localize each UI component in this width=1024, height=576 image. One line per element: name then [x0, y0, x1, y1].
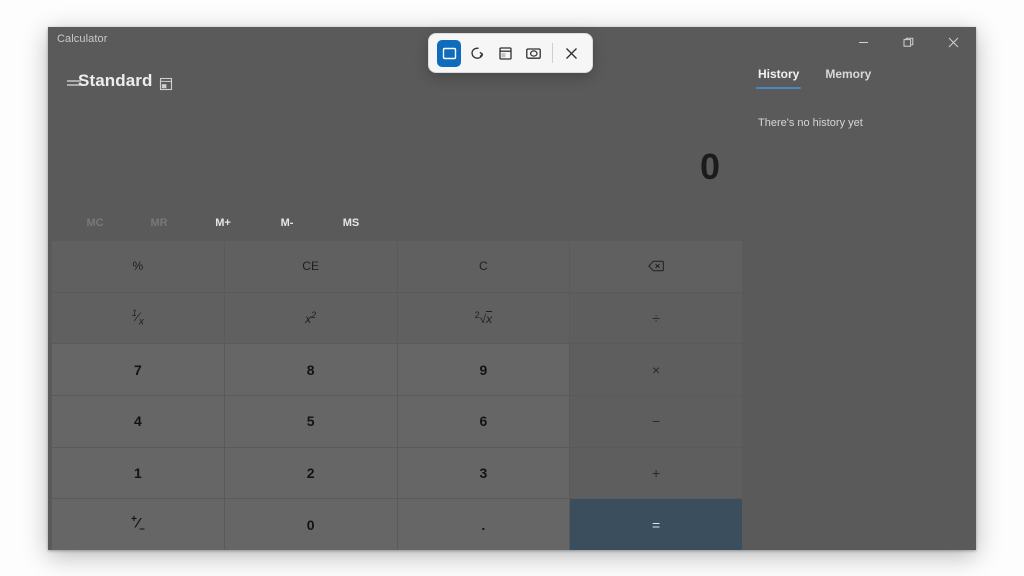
subtract-button[interactable]: − [570, 396, 742, 447]
restore-icon [903, 37, 914, 47]
close-snip-toolbar-button[interactable] [560, 40, 584, 67]
digit-4-button[interactable]: 4 [52, 396, 224, 447]
rectangle-snip-button[interactable] [437, 39, 462, 67]
digit-0-button-label: 0 [306, 516, 315, 533]
backspace-button[interactable] [570, 241, 742, 292]
sqrt-glyph: 2√x [474, 309, 493, 326]
digit-5-button-label: 5 [306, 413, 315, 430]
rectangle-snip-icon [442, 47, 456, 59]
negate-button[interactable]: +⁄– [52, 499, 224, 550]
tab-memory[interactable]: Memory [823, 65, 873, 89]
clear-entry-button[interactable]: CE [224, 241, 397, 292]
square-button[interactable]: x2 [224, 292, 397, 344]
add-button[interactable]: + [570, 447, 742, 499]
keep-on-top-button[interactable] [151, 70, 181, 98]
digit-7-button-label: 7 [133, 361, 142, 378]
tab-history[interactable]: History [756, 65, 802, 89]
window-snip-icon [498, 46, 512, 60]
snipping-toolbar [428, 33, 593, 73]
close-window-button[interactable] [931, 27, 976, 57]
backspace-icon [648, 261, 664, 272]
digit-1-button-label: 1 [133, 464, 142, 481]
multiply-button[interactable]: × [570, 344, 742, 395]
calculator-mode-title: Standard [78, 71, 153, 90]
close-icon [566, 47, 578, 59]
memory-mminus-button[interactable]: M- [258, 209, 316, 237]
digit-9-button[interactable]: 9 [397, 344, 570, 395]
history-empty-message: There's no history yet [758, 117, 863, 129]
multiply-button-label: × [652, 361, 661, 378]
freeform-snip-button[interactable] [465, 40, 489, 67]
digit-2-button-label: 2 [306, 464, 315, 481]
keep-on-top-icon [159, 77, 173, 91]
add-button-label: + [652, 464, 661, 481]
toolbar-divider [552, 43, 553, 63]
window-snip-button[interactable] [493, 40, 517, 67]
desktop-backdrop: Calculator Standard 0 MC MR M+ M- MS % C… [0, 0, 1024, 576]
digit-5-button[interactable]: 5 [224, 396, 397, 447]
reciprocal-glyph: 1⁄x [131, 308, 144, 328]
memory-mc-button: MC [66, 209, 124, 237]
result-display: 0 [699, 146, 720, 187]
digit-3-button[interactable]: 3 [397, 447, 570, 499]
subtract-button-label: − [652, 413, 661, 430]
keypad-grid: % CE C 1⁄x x2 2√x ÷ 7 8 9 × 4 5 6 − 1 2 3 + +⁄– 0. = [52, 241, 742, 550]
digit-0-button[interactable]: 0 [224, 499, 397, 550]
digit-6-button[interactable]: 6 [397, 396, 570, 447]
digit-4-button-label: 4 [133, 413, 142, 430]
memory-ms-button[interactable]: MS [322, 209, 380, 237]
clear-entry-button-label: CE [302, 259, 319, 274]
digit-6-button-label: 6 [479, 413, 488, 430]
equals-button-label: = [652, 516, 661, 533]
decimal-button[interactable]: . [397, 499, 570, 550]
freeform-snip-icon [470, 47, 483, 59]
digit-1-button[interactable]: 1 [52, 447, 224, 499]
memory-mr-button: MR [130, 209, 188, 237]
digit-3-button-label: 3 [479, 464, 488, 481]
memory-bar: MC MR M+ M- MS [48, 207, 742, 239]
square-glyph: x2 [305, 309, 317, 326]
fullscreen-snip-icon [525, 47, 541, 59]
calculator-window: Calculator Standard 0 MC MR M+ M- MS % C… [48, 27, 976, 550]
negate-glyph: +⁄– [131, 514, 145, 535]
panel-tabs: History Memory [748, 65, 976, 99]
divide-button-label: ÷ [652, 309, 660, 326]
minimize-icon [859, 41, 868, 43]
decimal-button-label: . [481, 516, 486, 533]
equals-button[interactable]: = [570, 499, 742, 550]
percent-button[interactable]: % [52, 241, 224, 292]
fullscreen-snip-button[interactable] [521, 40, 545, 67]
clear-button[interactable]: C [397, 241, 570, 292]
close-icon [948, 37, 959, 47]
app-title: Calculator [57, 33, 108, 45]
digit-8-button-label: 8 [306, 361, 315, 378]
square-root-button[interactable]: 2√x [397, 292, 570, 344]
clear-button-label: C [479, 259, 488, 274]
minimize-button[interactable] [841, 27, 886, 57]
digit-7-button[interactable]: 7 [52, 344, 224, 395]
digit-2-button[interactable]: 2 [224, 447, 397, 499]
divide-button[interactable]: ÷ [570, 292, 742, 344]
memory-mplus-button[interactable]: M+ [194, 209, 252, 237]
display-area: 0 [48, 99, 742, 199]
reciprocal-button[interactable]: 1⁄x [52, 292, 224, 344]
side-panel: History Memory There's no history yet [748, 65, 976, 550]
digit-8-button[interactable]: 8 [224, 344, 397, 395]
restore-button[interactable] [886, 27, 931, 57]
percent-button-label: % [132, 259, 144, 274]
digit-9-button-label: 9 [479, 361, 488, 378]
